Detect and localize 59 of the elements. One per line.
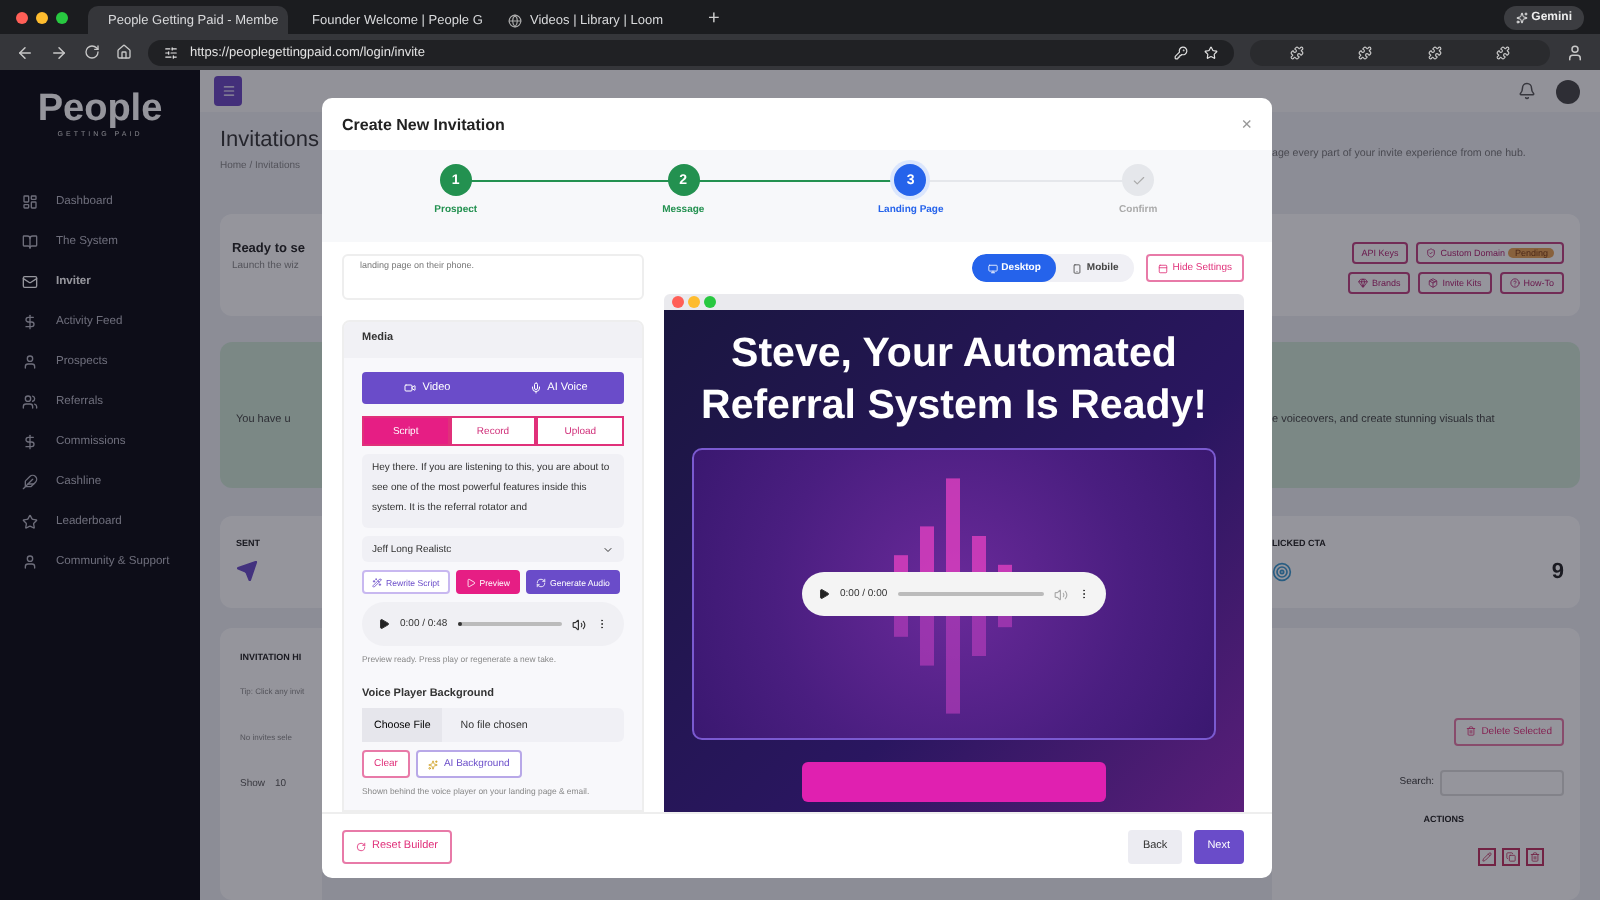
edit-icon[interactable] (1478, 847, 1496, 866)
send-icon (236, 560, 258, 583)
puzzle-icon[interactable] (1427, 45, 1442, 59)
profile-icon[interactable] (1566, 43, 1584, 61)
dashboard-icon (22, 194, 38, 210)
mail-icon (22, 274, 38, 290)
people-icon (22, 394, 38, 410)
gem-icon (1357, 278, 1368, 289)
play-icon[interactable] (378, 618, 390, 630)
globe-icon (508, 13, 522, 27)
chevron-down-icon (602, 543, 614, 555)
sparkle-icon (1515, 11, 1528, 23)
dialog-title: Create New Invitation (342, 115, 505, 133)
puzzle-icon[interactable] (1289, 45, 1304, 59)
person-icon (22, 354, 38, 370)
puzzle-icon[interactable] (1496, 45, 1511, 59)
forward-icon[interactable] (50, 43, 68, 61)
dollar-icon (22, 434, 38, 450)
phone-icon (1072, 263, 1083, 273)
volume-icon[interactable] (572, 617, 586, 631)
refresh-icon (356, 841, 366, 851)
sparkle-icon (427, 759, 438, 769)
package-icon (1428, 278, 1439, 289)
video-camera-icon (404, 382, 417, 394)
back-icon[interactable] (16, 43, 34, 61)
star-icon (22, 514, 38, 530)
dollar-icon (22, 314, 38, 330)
check-icon (1131, 173, 1146, 187)
copy-icon[interactable] (1502, 847, 1520, 866)
home-icon[interactable] (116, 44, 132, 60)
feather-icon (22, 474, 38, 490)
new-tab-button[interactable]: + (708, 6, 720, 34)
delete-icon[interactable] (1526, 847, 1544, 866)
person-icon (22, 554, 38, 570)
bookmark-star-icon[interactable] (1204, 45, 1218, 59)
page-title: Invitations (220, 128, 322, 153)
help-icon (1509, 278, 1520, 289)
menu-icon (221, 84, 235, 99)
key-icon[interactable] (1174, 45, 1188, 59)
target-icon (1272, 562, 1292, 583)
preview-headline: Steve, Your Automated Referral System Is Ready! (699, 328, 1209, 432)
monitor-icon (987, 263, 998, 273)
avatar[interactable] (1556, 79, 1580, 104)
wand-icon (372, 577, 382, 587)
close-button[interactable]: × (1241, 114, 1252, 134)
notification-bell-icon[interactable] (1518, 82, 1536, 101)
menu-button[interactable] (214, 76, 242, 107)
shield-icon (1426, 248, 1437, 259)
puzzle-icon[interactable] (1358, 45, 1373, 59)
microphone-icon (529, 382, 542, 394)
reload-icon[interactable] (84, 44, 100, 60)
site-settings-icon (164, 45, 178, 59)
panel-icon (1158, 263, 1169, 273)
book-icon (22, 234, 38, 250)
trash-icon (1465, 726, 1476, 737)
stat-value: 9 (1551, 560, 1564, 585)
play-icon[interactable] (818, 588, 830, 600)
play-icon (465, 577, 476, 587)
refresh-icon (536, 577, 547, 587)
